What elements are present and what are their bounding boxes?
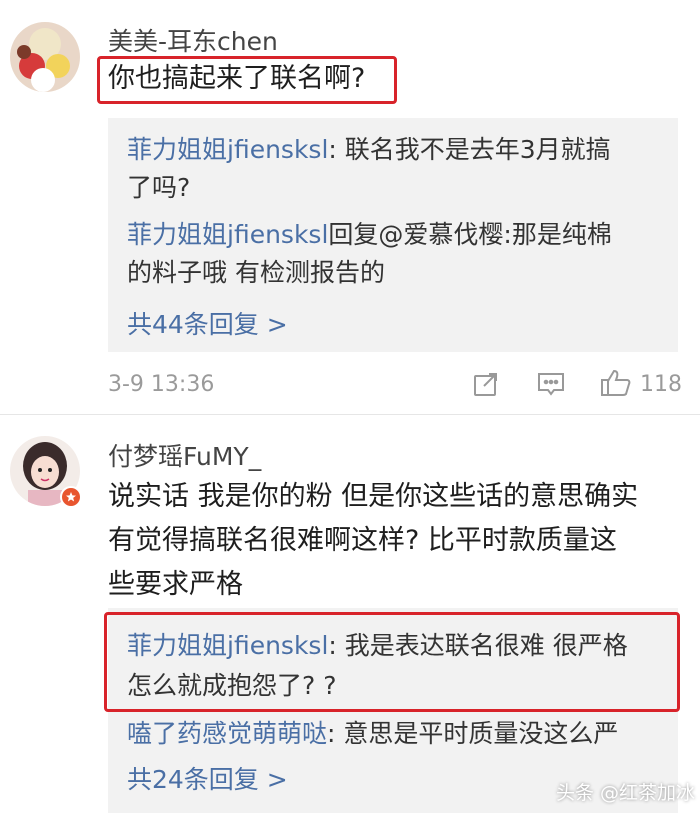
more-replies-link[interactable]: 共24条回复 > (127, 760, 288, 796)
username[interactable]: 付梦瑶FuMY_ (108, 437, 261, 473)
reply-line: 怎么就成抱怨了? ? (127, 671, 337, 700)
reply-line[interactable]: 菲力姐姐jfiensksl: 我是表达联名很难 很严格 (127, 628, 628, 664)
reply-text: : 意思是平时质量没这么严 (327, 719, 619, 748)
comment-text-line: 说实话 我是你的粉 但是你这些话的意思确实 (108, 481, 639, 512)
reply-text: : 我是表达联名很难 很严格 (328, 631, 628, 660)
reply-author[interactable]: 嗑了药感觉萌萌哒 (127, 719, 327, 748)
comment-2: 付梦瑶FuMY_ 说实话 我是你的粉 但是你这些话的意思确实 有觉得搞联名很难啊… (0, 0, 700, 813)
reply-author[interactable]: 菲力姐姐jfiensksl (127, 631, 328, 660)
comment-text-line: 有觉得搞联名很难啊这样? 比平时款质量这 (108, 525, 617, 556)
verified-badge-icon (60, 486, 82, 508)
comment-text-line: 些要求严格 (108, 569, 243, 600)
watermark: 头条 @红茶加冰 (556, 782, 696, 804)
reply-line[interactable]: 嗑了药感觉萌萌哒: 意思是平时质量没这么严 (127, 716, 618, 752)
